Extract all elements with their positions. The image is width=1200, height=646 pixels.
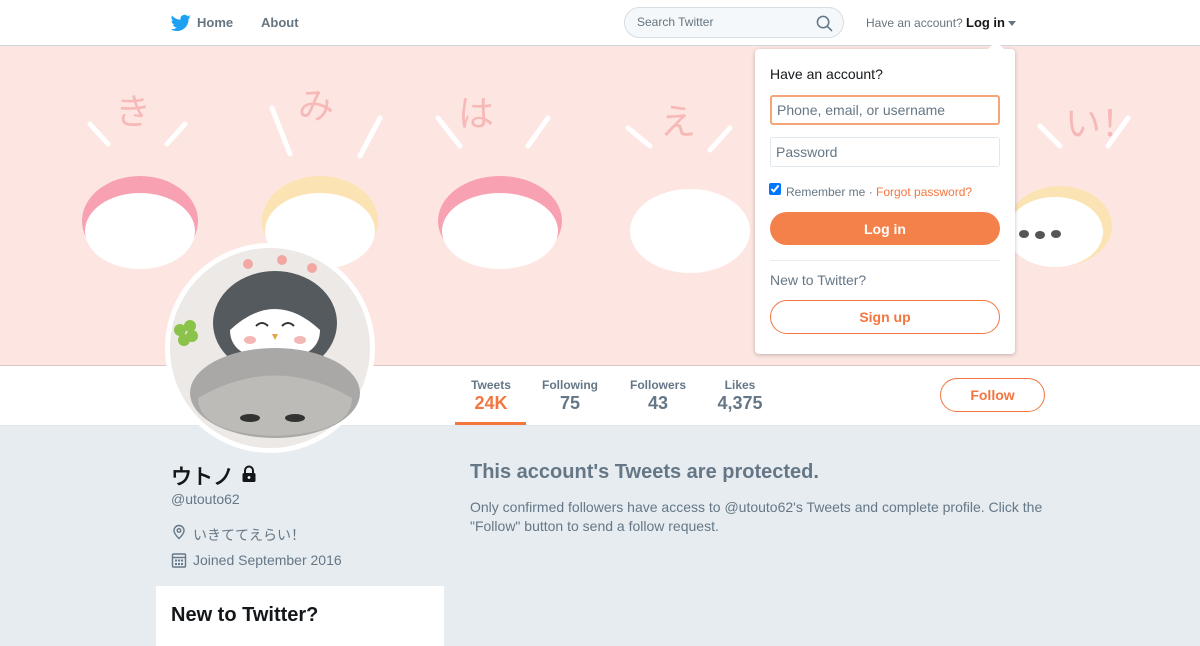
- svg-text:み: み: [298, 86, 334, 127]
- stat-label: Likes: [724, 378, 756, 392]
- stat-label: Following: [542, 378, 598, 392]
- svg-text:は: は: [458, 94, 494, 135]
- remember-me-label[interactable]: Remember me ·: [786, 185, 873, 199]
- new-to-twitter-heading: New to Twitter?: [171, 604, 319, 626]
- search-box: [624, 7, 844, 38]
- profile-joined-date: Joined September 2016: [193, 552, 342, 568]
- svg-text:い！: い！: [1065, 104, 1137, 145]
- username-input[interactable]: [770, 95, 1000, 125]
- stat-value: 24K: [474, 393, 508, 413]
- login-dropdown: Have an account? Remember me · Forgot pa…: [755, 41, 1015, 354]
- login-submit-button[interactable]: Log in: [770, 212, 1000, 245]
- stat-label: Followers: [629, 378, 686, 392]
- remember-me-checkbox[interactable]: [769, 183, 781, 195]
- nav-about-link[interactable]: About: [261, 15, 299, 30]
- location-pin-icon: [173, 524, 185, 540]
- stat-likes[interactable]: Likes 4,375: [716, 378, 764, 414]
- nav-home-link[interactable]: Home: [197, 15, 233, 30]
- top-navigation-bar: Home About Have an account? Log in: [0, 0, 1200, 46]
- stat-following[interactable]: Following 75: [541, 378, 599, 414]
- profile-name: ウトノ: [171, 466, 234, 489]
- twitter-bird-icon[interactable]: [171, 14, 191, 32]
- svg-text:え: え: [660, 102, 696, 143]
- search-input[interactable]: [637, 15, 807, 29]
- avatar[interactable]: [165, 243, 375, 453]
- have-account-text: Have an account?: [866, 16, 963, 30]
- protected-notice-text: Only confirmed followers have access to …: [470, 499, 1043, 534]
- login-dropdown-heading: Have an account?: [770, 66, 883, 82]
- stat-value: 4,375: [717, 393, 763, 413]
- search-icon[interactable]: [816, 15, 833, 32]
- forgot-password-link[interactable]: Forgot password?: [876, 185, 972, 199]
- caret-down-icon[interactable]: [1008, 21, 1016, 26]
- follow-button[interactable]: Follow: [940, 378, 1045, 412]
- stat-followers[interactable]: Followers 43: [629, 378, 687, 414]
- stat-value: 43: [647, 393, 669, 413]
- svg-text:き: き: [115, 92, 151, 133]
- profile-location: いきててえらい！: [193, 527, 305, 543]
- new-to-twitter-module: New to Twitter?: [156, 586, 444, 646]
- protected-notice-title: This account's Tweets are protected.: [470, 461, 819, 483]
- password-input[interactable]: [770, 137, 1000, 167]
- dropdown-arrow: [988, 41, 1004, 49]
- stat-label: Tweets: [471, 378, 511, 392]
- lock-icon: [242, 465, 256, 482]
- signup-button[interactable]: Sign up: [770, 300, 1000, 334]
- stat-value: 75: [559, 393, 581, 413]
- login-dropdown-toggle[interactable]: Log in: [966, 15, 1005, 30]
- dropdown-divider: [770, 260, 1000, 261]
- active-tab-underline: [455, 422, 526, 425]
- profile-handle[interactable]: @utouto62: [171, 491, 240, 507]
- calendar-icon: [171, 553, 187, 568]
- dropdown-new-to-twitter: New to Twitter?: [770, 272, 867, 288]
- stat-tweets[interactable]: Tweets 24K: [470, 378, 512, 414]
